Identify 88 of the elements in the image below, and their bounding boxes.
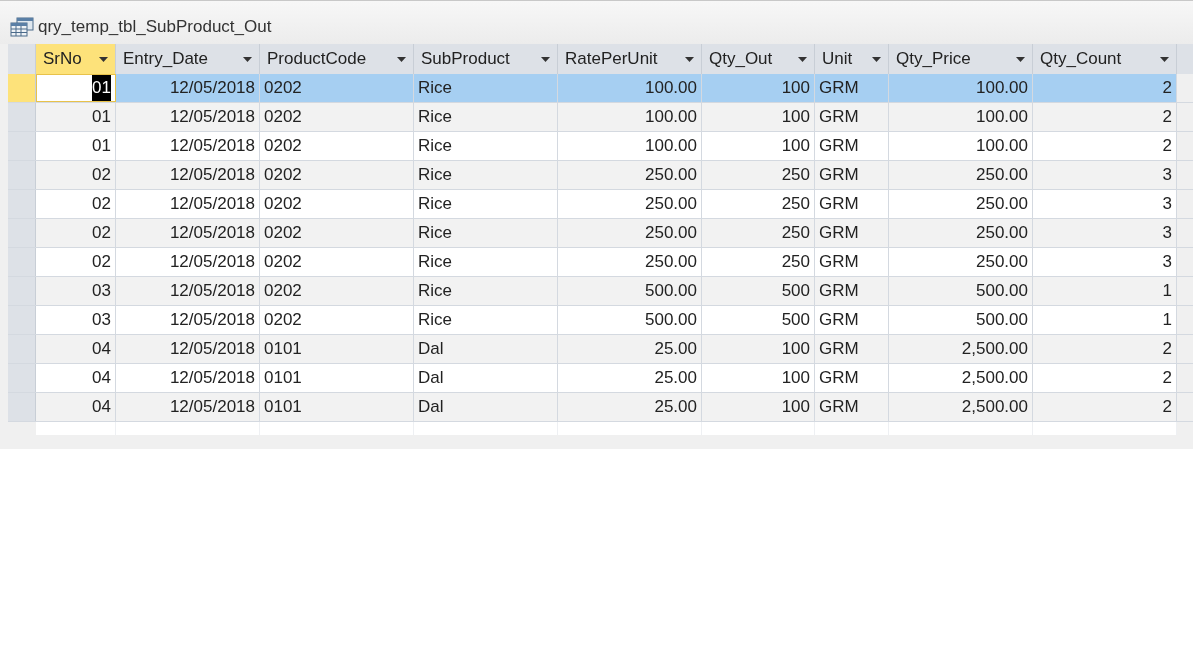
table-cell: GRM xyxy=(815,74,889,102)
table-cell: 250 xyxy=(702,248,815,276)
table-cell: 100 xyxy=(702,132,815,160)
dropdown-arrow-icon[interactable] xyxy=(99,56,108,62)
new-record-cell[interactable] xyxy=(889,422,1033,435)
table-cell: 100.00 xyxy=(889,74,1033,102)
table-cell: 250 xyxy=(702,190,815,218)
new-record-cell[interactable] xyxy=(36,422,116,435)
dropdown-arrow-icon[interactable] xyxy=(798,56,807,62)
new-record-cell[interactable] xyxy=(414,422,558,435)
table-cell: 02 xyxy=(36,248,116,276)
row-selector[interactable] xyxy=(8,393,36,421)
table-cell: 12/05/2018 xyxy=(116,248,260,276)
table-cell: 0202 xyxy=(260,74,414,102)
new-record-cell[interactable] xyxy=(260,422,414,435)
table-cell: 100.00 xyxy=(558,74,702,102)
table-cell: 25.00 xyxy=(558,364,702,392)
row-selector[interactable] xyxy=(8,103,36,131)
table-cell: Rice xyxy=(414,74,558,102)
new-record-cell[interactable] xyxy=(558,422,702,435)
row-selector[interactable] xyxy=(8,335,36,363)
table-cell: Rice xyxy=(414,248,558,276)
table-cell: 02 xyxy=(36,190,116,218)
table-cell: 12/05/2018 xyxy=(116,364,260,392)
selected-text: 01 xyxy=(92,75,111,101)
table-cell: 500.00 xyxy=(558,306,702,334)
new-record-cell[interactable] xyxy=(702,422,815,435)
table-cell: GRM xyxy=(815,190,889,218)
table-cell: Rice xyxy=(414,132,558,160)
row-selector[interactable] xyxy=(8,74,36,102)
window-title: qry_temp_tbl_SubProduct_Out xyxy=(38,15,272,38)
table-cell: 3 xyxy=(1033,190,1177,218)
dropdown-arrow-icon[interactable] xyxy=(872,56,881,62)
new-record-cell[interactable] xyxy=(815,422,889,435)
table-cell: 1 xyxy=(1033,306,1177,334)
table-cell: Dal xyxy=(414,364,558,392)
table-cell: 2 xyxy=(1033,74,1177,102)
row-selector[interactable] xyxy=(8,306,36,334)
input-field[interactable]: 01 xyxy=(36,74,116,102)
row-selector[interactable] xyxy=(8,161,36,189)
dropdown-arrow-icon[interactable] xyxy=(685,56,694,62)
table-cell: 250.00 xyxy=(558,248,702,276)
table-cell: 250.00 xyxy=(889,190,1033,218)
dropdown-arrow-icon[interactable] xyxy=(243,56,252,62)
dropdown-arrow-icon[interactable] xyxy=(1160,56,1169,62)
table-cell: 2,500.00 xyxy=(889,364,1033,392)
row-selector[interactable] xyxy=(8,219,36,247)
table-cell: 0202 xyxy=(260,306,414,334)
dropdown-arrow-icon[interactable] xyxy=(541,56,550,62)
table-cell: GRM xyxy=(815,306,889,334)
table-cell: 100 xyxy=(702,364,815,392)
row-selector[interactable] xyxy=(8,190,36,218)
table-cell: 12/05/2018 xyxy=(116,132,260,160)
table-cell: 12/05/2018 xyxy=(116,190,260,218)
column-header[interactable]: SrNo xyxy=(36,44,116,74)
table-cell: 04 xyxy=(36,364,116,392)
table-cell: 500.00 xyxy=(889,306,1033,334)
dropdown-arrow-icon[interactable] xyxy=(1016,56,1025,62)
table-cell: 3 xyxy=(1033,248,1177,276)
table-cell: 12/05/2018 xyxy=(116,306,260,334)
table-cell: GRM xyxy=(815,248,889,276)
table-cell: 250.00 xyxy=(889,248,1033,276)
row-selector[interactable] xyxy=(8,248,36,276)
table-cell: Rice xyxy=(414,190,558,218)
table-cell: 100.00 xyxy=(889,132,1033,160)
table-cell: 0202 xyxy=(260,132,414,160)
table-cell: 12/05/2018 xyxy=(116,74,260,102)
row-selector[interactable] xyxy=(8,277,36,305)
table-cell: 250.00 xyxy=(558,190,702,218)
query-icon xyxy=(10,16,34,37)
table-cell: 2 xyxy=(1033,132,1177,160)
table-cell: 01 xyxy=(36,132,116,160)
table-cell: 100 xyxy=(702,74,815,102)
row-selector[interactable] xyxy=(8,364,36,392)
table-cell: 0101 xyxy=(260,364,414,392)
table-cell: 0202 xyxy=(260,190,414,218)
table-cell: Rice xyxy=(414,306,558,334)
row-selector[interactable] xyxy=(8,132,36,160)
table-cell: 2 xyxy=(1033,364,1177,392)
dropdown-arrow-icon[interactable] xyxy=(397,56,406,62)
table-cell: 03 xyxy=(36,306,116,334)
table-cell: 0202 xyxy=(260,248,414,276)
table-cell: 100.00 xyxy=(558,132,702,160)
table-cell: GRM xyxy=(815,364,889,392)
table-cell: 500 xyxy=(702,306,815,334)
table-cell: GRM xyxy=(815,132,889,160)
new-record-cell[interactable] xyxy=(1033,422,1177,435)
new-record-cell[interactable] xyxy=(116,422,260,435)
